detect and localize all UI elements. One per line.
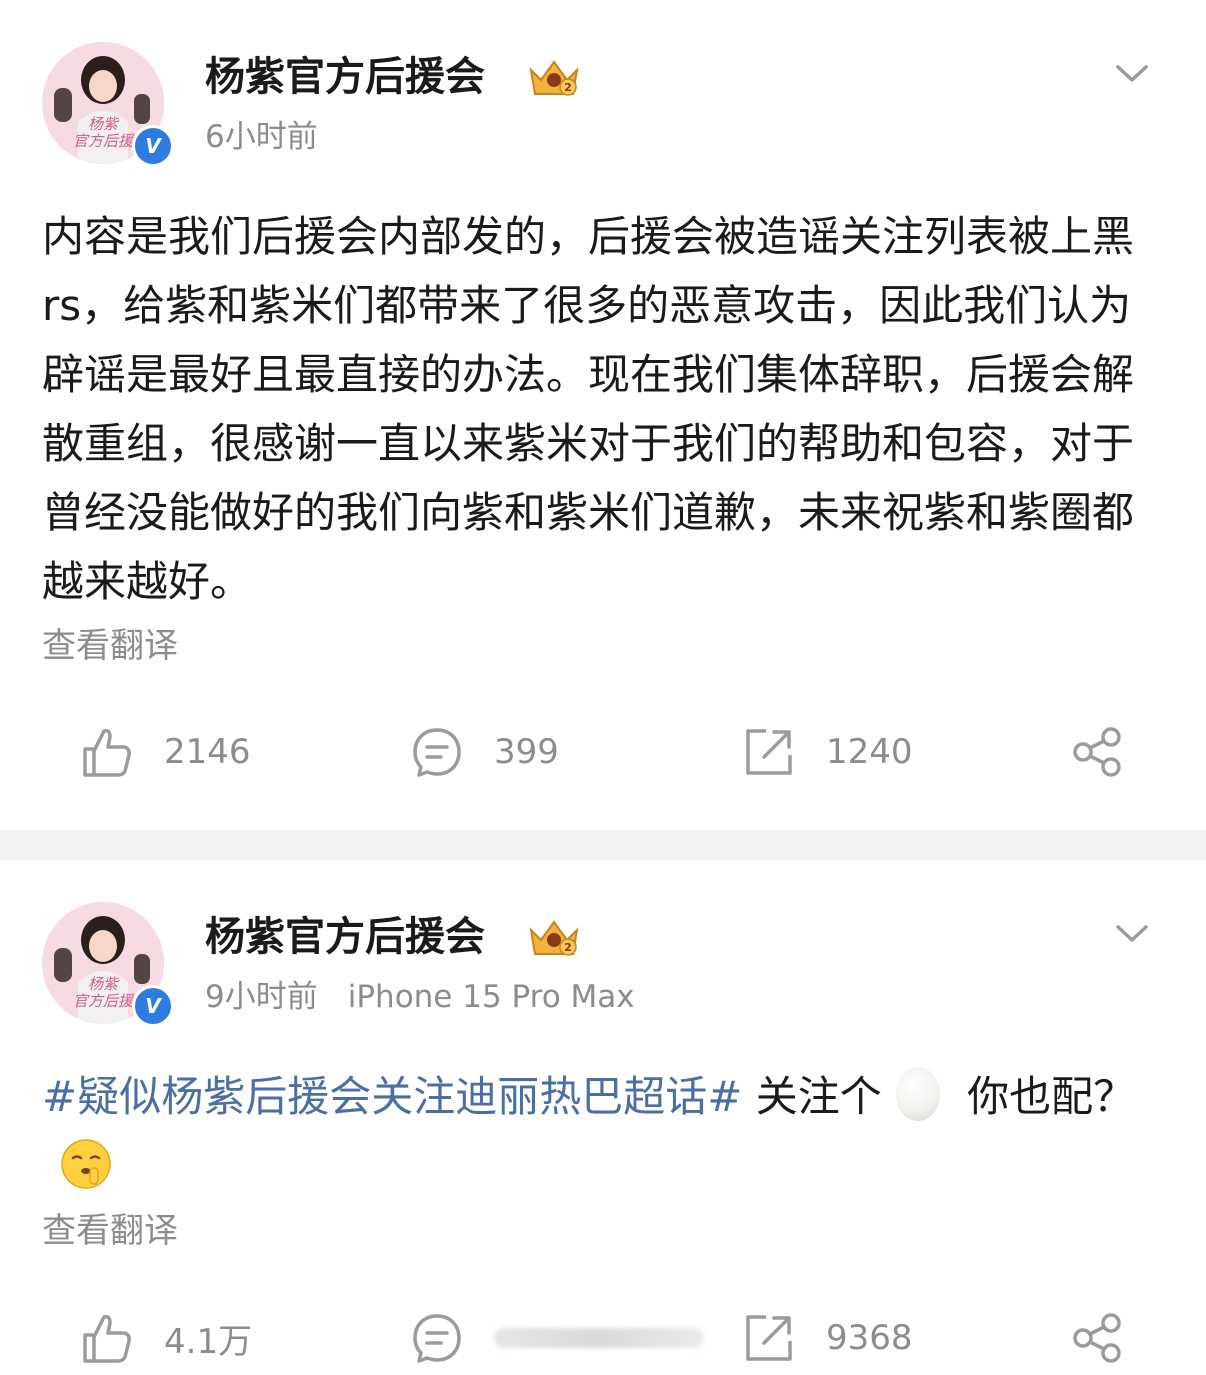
- like-button[interactable]: 4.1万: [80, 1308, 252, 1368]
- chevron-down-icon[interactable]: [1114, 58, 1150, 88]
- comment-button[interactable]: 399: [410, 722, 559, 782]
- post-divider: [0, 830, 1206, 860]
- svg-text:2: 2: [564, 81, 572, 94]
- post-content: 内容是我们后援会内部发的，后援会被造谣关注列表被上黑rs，给紫和紫米们都带来了很…: [42, 212, 1135, 606]
- repost-button[interactable]: 1240: [742, 722, 913, 782]
- crown-badge-icon[interactable]: 2: [527, 916, 581, 960]
- action-bar: 4.1万 9368: [0, 1308, 1206, 1368]
- share-icon: [1073, 727, 1121, 777]
- comment-count: 399: [494, 732, 559, 772]
- post-card: 杨紫 官方后援 V 杨紫官方后援会 2 9小时前 iPhone 15 Pro Ma…: [0, 860, 1206, 1375]
- post-content: #疑似杨紫后援会关注迪丽热巴超话# 关注个 你也配？: [42, 1062, 1167, 1200]
- author-name[interactable]: 杨紫官方后援会: [205, 52, 485, 102]
- repost-button[interactable]: 9368: [742, 1308, 913, 1368]
- share-icon: [1073, 1313, 1121, 1363]
- hashtag-link[interactable]: #疑似杨紫后援会关注迪丽热巴超话#: [42, 1072, 742, 1121]
- post-time: 6小时前: [205, 119, 318, 155]
- chevron-down-icon[interactable]: [1114, 918, 1150, 948]
- comment-button[interactable]: [410, 1308, 704, 1368]
- post-time: 9小时前: [205, 979, 318, 1015]
- like-count: 4.1万: [164, 1321, 253, 1362]
- share-button[interactable]: [1070, 1308, 1124, 1368]
- repost-count: 1240: [826, 732, 913, 772]
- verified-icon: V: [132, 125, 174, 167]
- translate-link[interactable]: 查看翻译: [42, 1210, 178, 1252]
- post-card: 杨紫 官方后援 V 杨紫官方后援会 2 6小时前 内容是我们后援会内部发的，后援…: [0, 0, 1206, 830]
- post-device: iPhone 15 Pro Max: [347, 979, 635, 1015]
- post-text: 关注个: [742, 1072, 882, 1121]
- like-icon: [83, 1314, 131, 1363]
- crown-badge-icon[interactable]: 2: [527, 56, 581, 100]
- comment-icon: [413, 728, 461, 777]
- post-text: 你也配？: [953, 1072, 1136, 1121]
- egg-emoji-icon: [895, 1067, 940, 1121]
- translate-link[interactable]: 查看翻译: [42, 625, 178, 667]
- action-bar: 2146 399 1240: [0, 722, 1206, 782]
- repost-icon: [746, 729, 792, 775]
- shush-emoji-icon: [61, 1139, 111, 1189]
- repost-icon: [746, 1315, 792, 1361]
- post-meta: 9小时前 iPhone 15 Pro Max: [205, 977, 635, 1017]
- author-name[interactable]: 杨紫官方后援会: [205, 912, 485, 962]
- repost-count: 9368: [826, 1318, 913, 1358]
- comment-icon: [413, 1314, 461, 1363]
- verified-icon: V: [132, 985, 174, 1027]
- like-button[interactable]: 2146: [80, 722, 251, 782]
- like-icon: [83, 728, 131, 777]
- like-count: 2146: [164, 732, 251, 772]
- share-button[interactable]: [1070, 722, 1124, 782]
- comment-count-redacted: [494, 1328, 704, 1348]
- post-meta: 6小时前: [205, 117, 348, 157]
- svg-text:2: 2: [564, 941, 572, 954]
